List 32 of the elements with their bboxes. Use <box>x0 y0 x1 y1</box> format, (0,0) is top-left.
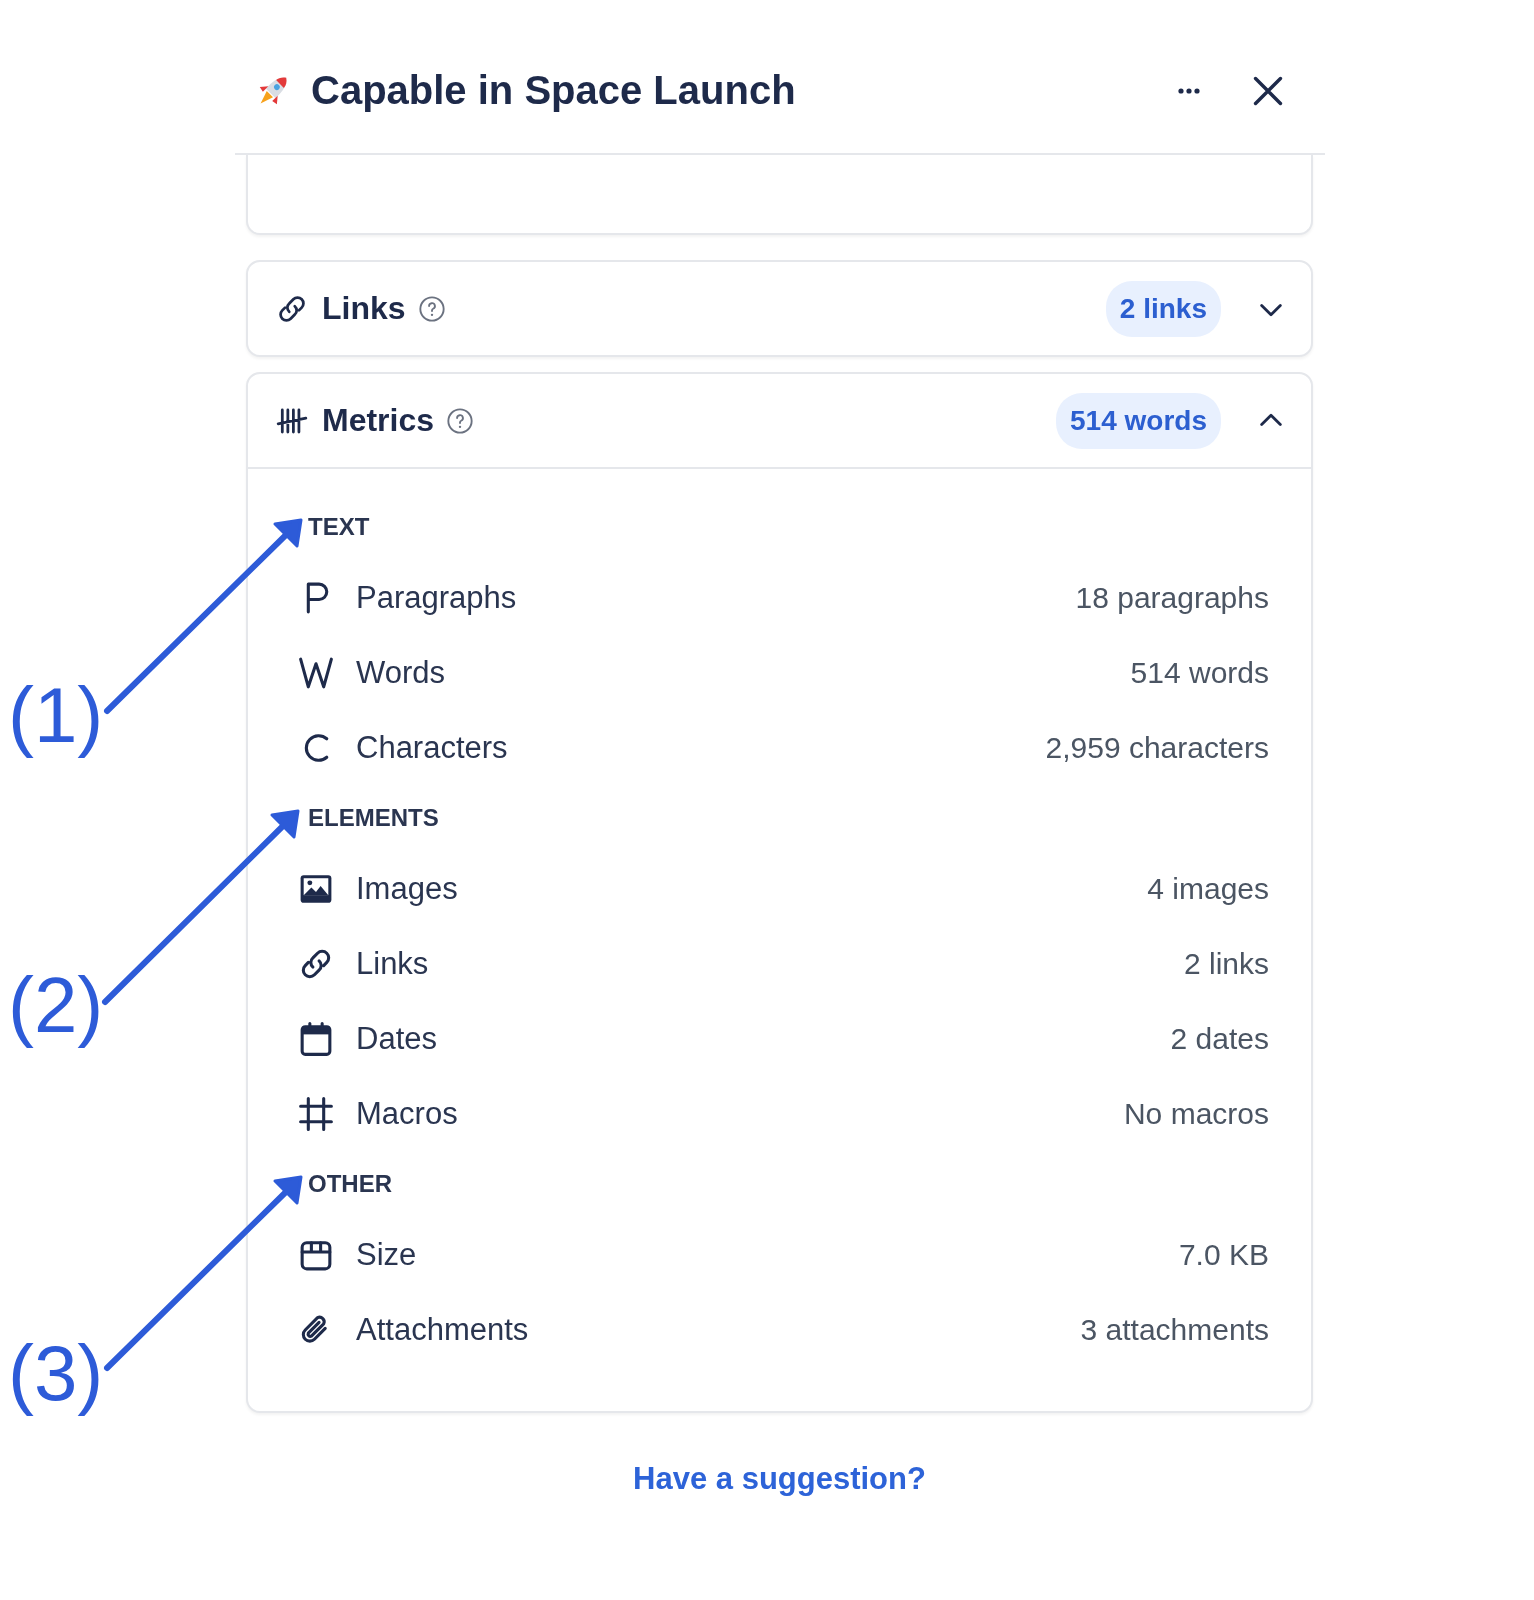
metric-value: 7.0 KB <box>1178 1237 1269 1272</box>
metric-value: 4 images <box>1147 871 1269 906</box>
metric-label: Links <box>356 945 429 982</box>
count-badge: 514 words <box>1056 392 1221 449</box>
metric-label: Macros <box>356 1095 458 1132</box>
annotation-number: (2) <box>8 960 104 1050</box>
metric-label: Characters <box>356 729 508 766</box>
metric-value: 514 words <box>1130 655 1269 690</box>
group-heading: TEXT <box>307 512 371 542</box>
panel-title: Capable in Space Launch <box>311 68 796 113</box>
metric-value: 2,959 characters <box>1045 730 1269 765</box>
metric-value: 3 attachments <box>1080 1312 1269 1347</box>
annotation-number: (3) <box>8 1328 104 1418</box>
group-heading: OTHER <box>307 1169 393 1199</box>
section-title: Links <box>322 290 406 327</box>
metric-label: Dates <box>356 1020 437 1057</box>
group-heading: ELEMENTS <box>307 803 440 833</box>
metric-label: Size <box>356 1236 417 1273</box>
metric-value: 18 paragraphs <box>1075 580 1269 615</box>
metric-label: Images <box>356 870 458 907</box>
metric-value: 2 links <box>1183 946 1269 981</box>
metric-label: Words <box>356 654 445 691</box>
metric-label: Paragraphs <box>356 579 517 616</box>
metric-label: Attachments <box>356 1311 529 1348</box>
help-icon <box>446 406 475 435</box>
suggestion-link[interactable]: Have a suggestion? <box>633 1461 926 1496</box>
metric-value: 2 dates <box>1170 1021 1269 1056</box>
annotation-number: (1) <box>8 670 104 760</box>
help-icon <box>417 294 446 323</box>
count-badge: 2 links <box>1105 280 1221 337</box>
section-title: Metrics <box>322 402 435 439</box>
metric-value: No macros <box>1123 1096 1269 1131</box>
